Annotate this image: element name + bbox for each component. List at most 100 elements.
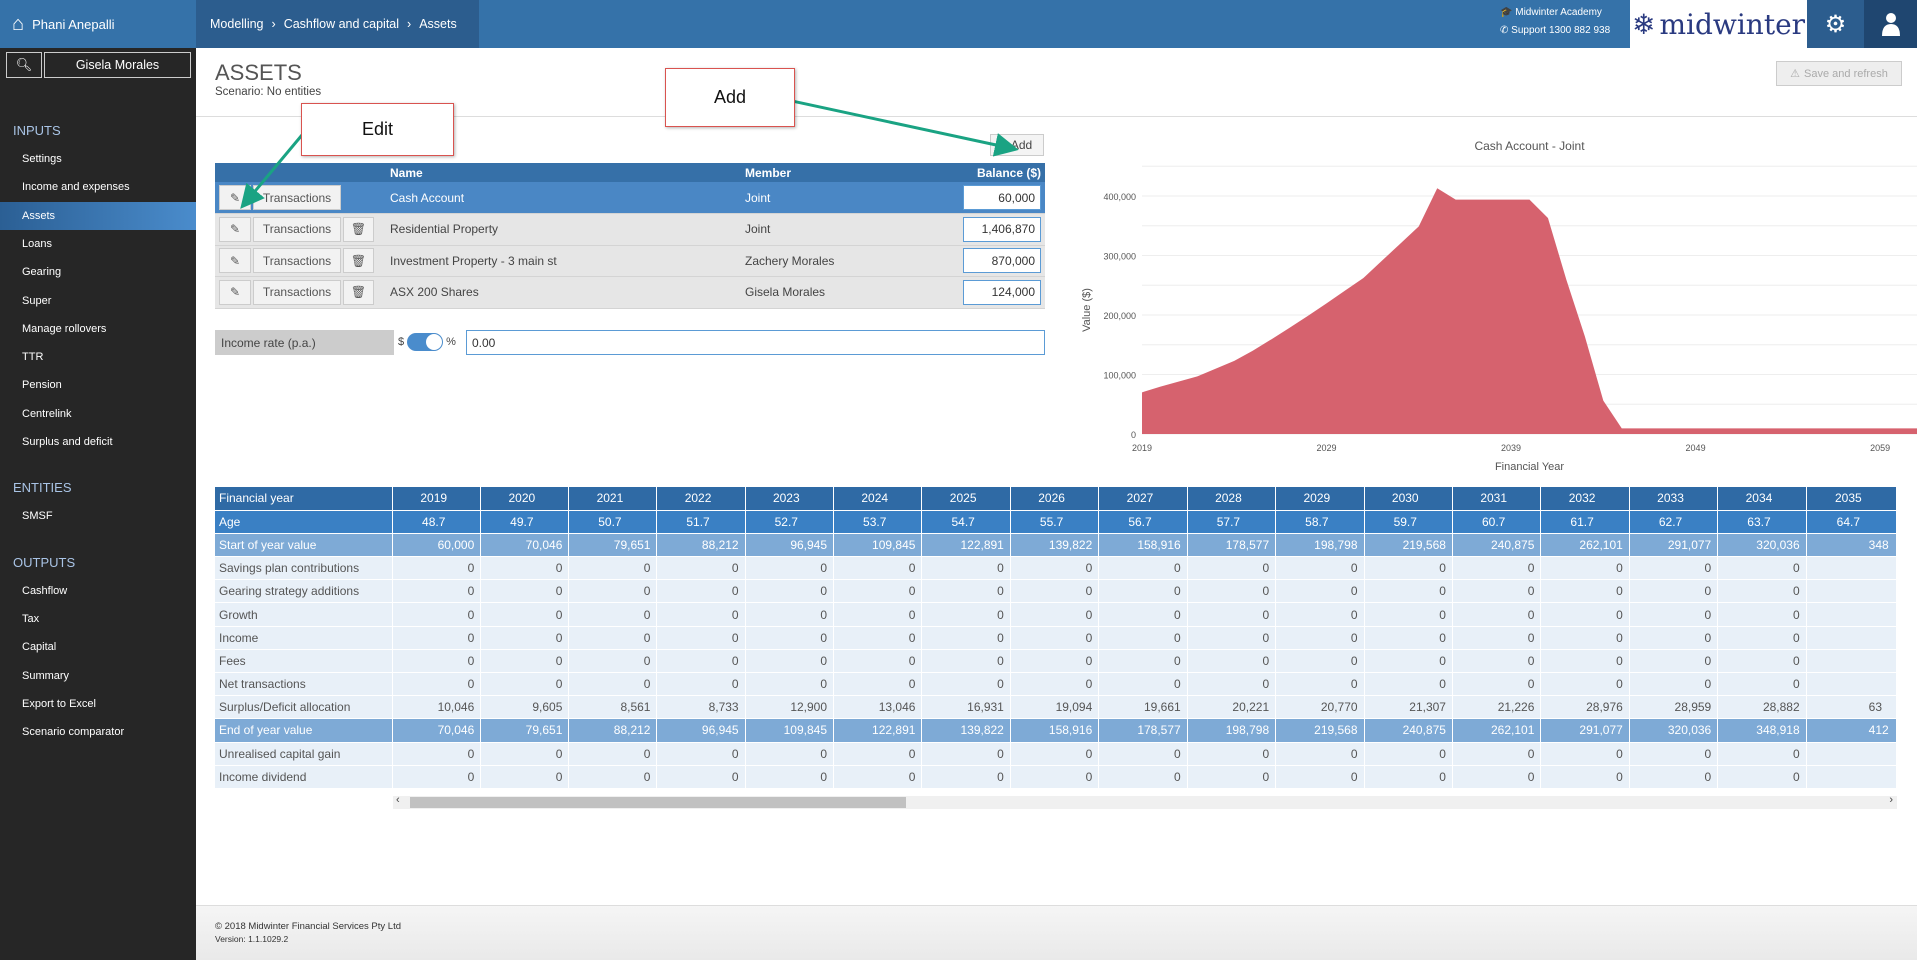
projection-cell: 0 bbox=[392, 556, 482, 581]
projection-row: Age 48.7 49.7 50.7 51.7 52.7 53.7 54.7 55.7 56.7 5… bbox=[215, 510, 1897, 534]
scrollbar-thumb[interactable] bbox=[410, 797, 906, 808]
projection-cell: 16,931 bbox=[921, 695, 1011, 720]
balance-input[interactable]: 60,000 bbox=[963, 185, 1041, 210]
projection-cell: 0 bbox=[656, 579, 746, 604]
home-user-link[interactable]: ⌂ Phani Anepalli bbox=[0, 0, 196, 48]
projection-cell: 0 bbox=[1187, 649, 1277, 674]
edit-button[interactable]: ✎ bbox=[219, 216, 251, 242]
projection-cell bbox=[1806, 556, 1897, 581]
balance-header: Balance ($) bbox=[954, 163, 1045, 182]
income-rate-input[interactable]: 0.00 bbox=[466, 330, 1045, 355]
sidebar-item-income-and-expenses[interactable]: Income and expenses bbox=[0, 173, 196, 201]
sidebar-item-export-to-excel[interactable]: Export to Excel bbox=[0, 690, 196, 718]
divider bbox=[196, 116, 1917, 117]
sidebar-item-manage-rollovers[interactable]: Manage rollovers bbox=[0, 315, 196, 343]
sidebar-item-surplus-and-deficit[interactable]: Surplus and deficit bbox=[0, 428, 196, 456]
delete-button[interactable]: 🗑︎ bbox=[343, 248, 374, 274]
projection-row: Start of year value 60,000 70,046 79,651 88,… bbox=[215, 533, 1897, 558]
dollar-percent-toggle[interactable]: $ % bbox=[398, 333, 456, 351]
row-label: Gearing strategy additions bbox=[215, 579, 394, 604]
sidebar-item-settings[interactable]: Settings bbox=[0, 145, 196, 173]
client-search-input[interactable]: Gisela Morales bbox=[44, 52, 191, 78]
transactions-button[interactable]: Transactions bbox=[253, 248, 341, 274]
projection-cell: 0 bbox=[480, 626, 570, 650]
projection-cell: 61.7 bbox=[1540, 510, 1630, 534]
projection-cell: 198,798 bbox=[1275, 533, 1365, 558]
transactions-button[interactable]: Transactions bbox=[253, 279, 341, 305]
search-button[interactable]: 🔍︎ bbox=[6, 52, 42, 78]
projection-cell: 0 bbox=[1452, 672, 1542, 697]
academy-link[interactable]: 🎓 Midwinter Academy bbox=[1500, 4, 1610, 22]
support-link[interactable]: ✆ Support 1300 882 938 bbox=[1500, 22, 1610, 40]
delete-button[interactable]: 🗑︎ bbox=[343, 279, 374, 305]
projection-cell: 2024 bbox=[833, 487, 923, 511]
sidebar-item-scenario-comparator[interactable]: Scenario comparator bbox=[0, 718, 196, 746]
balance-input[interactable]: 1,406,870 bbox=[963, 216, 1041, 242]
breadcrumb-assets[interactable]: Assets bbox=[419, 17, 457, 31]
projection-table: Financial year 2019 2020 2021 2022 2023 2024 20… bbox=[215, 487, 1897, 789]
projection-cell: 139,822 bbox=[1010, 533, 1100, 558]
settings-button[interactable]: ⚙ bbox=[1807, 0, 1864, 48]
sidebar-item-smsf[interactable]: SMSF bbox=[0, 502, 196, 530]
add-asset-button[interactable]: + Add bbox=[990, 134, 1044, 156]
projection-cell: 0 bbox=[480, 672, 570, 697]
breadcrumb-cashflow[interactable]: Cashflow and capital bbox=[284, 17, 399, 31]
edit-button[interactable]: ✎ bbox=[219, 185, 251, 210]
projection-cell: 21,307 bbox=[1364, 695, 1453, 720]
transactions-button[interactable]: Transactions bbox=[253, 185, 341, 210]
asset-member: Joint bbox=[741, 182, 954, 214]
delete-button[interactable]: 🗑︎ bbox=[343, 216, 374, 242]
asset-row[interactable]: ✎ Transactions 🗑︎ Investment Property - 3 … bbox=[215, 245, 1045, 277]
save-and-refresh-button[interactable]: ⚠ Save and refresh bbox=[1776, 61, 1902, 86]
sidebar-item-ttr[interactable]: TTR bbox=[0, 343, 196, 371]
trash-icon: 🗑︎ bbox=[350, 253, 367, 268]
projection-cell: 9,605 bbox=[480, 695, 570, 720]
projection-cell: 122,891 bbox=[921, 533, 1011, 558]
sidebar-item-tax[interactable]: Tax bbox=[0, 605, 196, 633]
sidebar-item-pension[interactable]: Pension bbox=[0, 371, 196, 399]
sidebar-item-centrelink[interactable]: Centrelink bbox=[0, 400, 196, 428]
sidebar-item-capital[interactable]: Capital bbox=[0, 633, 196, 661]
scroll-left-icon[interactable]: ‹ bbox=[396, 794, 400, 806]
transactions-button[interactable]: Transactions bbox=[253, 216, 341, 242]
projection-cell: 0 bbox=[1540, 626, 1630, 650]
projection-cell: 0 bbox=[1275, 649, 1365, 674]
asset-row[interactable]: ✎ Transactions 🗑︎ Residential Property Joi… bbox=[215, 213, 1045, 246]
scenario-label: Scenario: No entities bbox=[215, 86, 322, 98]
horizontal-scrollbar[interactable]: ‹ › bbox=[393, 794, 1897, 809]
projection-cell: 0 bbox=[745, 602, 835, 627]
asset-row[interactable]: ✎ Transactions 🗑︎ ASX 200 Shares Gisela Mo… bbox=[215, 276, 1045, 309]
sidebar-item-gearing[interactable]: Gearing bbox=[0, 258, 196, 286]
projection-cell: 0 bbox=[1098, 556, 1188, 581]
sidebar-item-summary[interactable]: Summary bbox=[0, 662, 196, 690]
balance-input[interactable]: 124,000 bbox=[963, 279, 1041, 305]
sidebar-item-super[interactable]: Super bbox=[0, 287, 196, 315]
projection-cell: 96,945 bbox=[745, 533, 835, 558]
chevron-right-icon: › bbox=[407, 17, 412, 31]
projection-cell: 20,221 bbox=[1187, 695, 1277, 720]
toggle-switch[interactable] bbox=[407, 333, 444, 351]
projection-cell: 0 bbox=[1010, 765, 1100, 789]
sidebar-item-assets[interactable]: Assets bbox=[0, 201, 196, 230]
asset-row[interactable]: ✎ Transactions Cash Account Joint 60,000 bbox=[215, 182, 1045, 214]
user-menu-button[interactable] bbox=[1864, 0, 1917, 48]
asset-value-chart: Cash Account - Joint 0 100,000 200,000 300,0… bbox=[1081, 139, 1917, 473]
projection-cell: 0 bbox=[1717, 556, 1807, 581]
scroll-right-icon[interactable]: › bbox=[1889, 794, 1893, 806]
projection-cell: 0 bbox=[1364, 672, 1453, 697]
assets-table: Name Member Balance ($) ✎ Transactions Ca… bbox=[215, 163, 1045, 309]
sidebar-item-cashflow[interactable]: Cashflow bbox=[0, 577, 196, 605]
projection-cell: 0 bbox=[656, 765, 746, 789]
row-actions: ✎ Transactions 🗑︎ bbox=[215, 276, 386, 309]
sidebar-item-loans[interactable]: Loans bbox=[0, 230, 196, 258]
add-callout: Add bbox=[665, 68, 795, 127]
projection-cell: 79,651 bbox=[480, 718, 570, 743]
projection-cell: 0 bbox=[392, 742, 482, 766]
breadcrumb-modelling[interactable]: Modelling bbox=[210, 17, 264, 31]
balance-input[interactable]: 870,000 bbox=[963, 248, 1041, 274]
edit-button[interactable]: ✎ bbox=[219, 279, 251, 305]
projection-cell: 62.7 bbox=[1629, 510, 1719, 534]
projection-cell: 63.7 bbox=[1717, 510, 1807, 534]
projection-cell: 60,000 bbox=[392, 533, 482, 558]
edit-button[interactable]: ✎ bbox=[219, 248, 251, 274]
